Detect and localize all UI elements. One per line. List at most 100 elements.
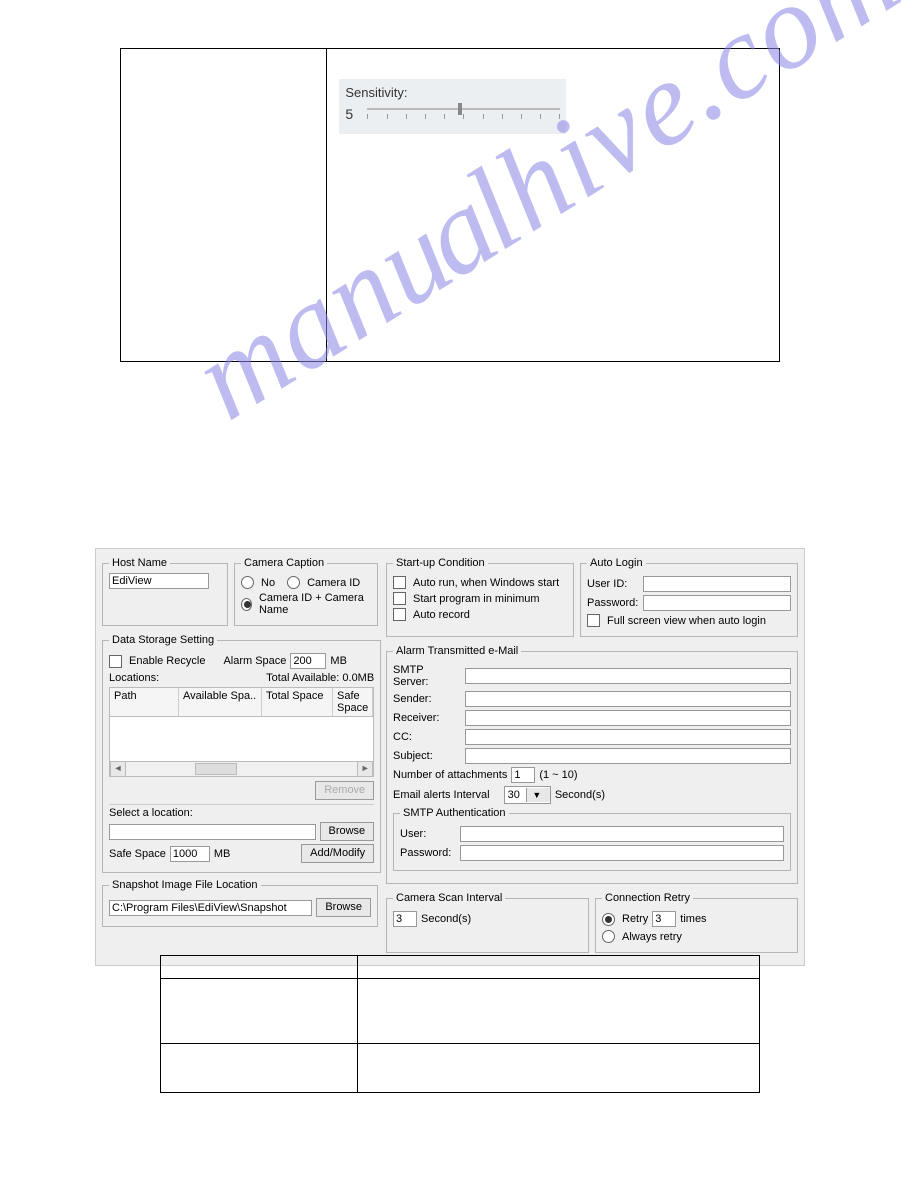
locations-table-header: Path Available Spa.. Total Space Safe Sp…: [109, 687, 374, 716]
sensitivity-panel: Sensitivity: 5: [339, 79, 566, 134]
browse-snapshot-button[interactable]: Browse: [316, 898, 371, 917]
scan-interval-group: Camera Scan Interval Second(s): [386, 892, 589, 953]
auto-run-checkbox[interactable]: [393, 576, 406, 589]
opt-camera-id-name-label: Camera ID + Camera Name: [259, 592, 371, 616]
smtp-password-label: Password:: [400, 847, 456, 859]
snapshot-legend: Snapshot Image File Location: [109, 879, 261, 891]
smtp-user-label: User:: [400, 828, 456, 840]
seconds-label-2: Second(s): [421, 913, 471, 925]
fullscreen-checkbox[interactable]: [587, 614, 600, 627]
password-input[interactable]: [643, 595, 791, 611]
host-name-legend: Host Name: [109, 557, 170, 569]
smtp-input[interactable]: [465, 668, 791, 684]
sender-input[interactable]: [465, 691, 791, 707]
opt-no-label: No: [261, 577, 275, 589]
alarm-mail-group: Alarm Transmitted e-Mail SMTP Server: Se…: [386, 645, 798, 884]
auto-record-label: Auto record: [413, 609, 470, 621]
locations-label: Locations:: [109, 672, 159, 684]
safe-space-label: Safe Space: [109, 848, 166, 860]
email-interval-label: Email alerts Interval: [393, 789, 490, 801]
col-safe: Safe Space: [333, 688, 373, 716]
num-attach-input[interactable]: [511, 767, 535, 783]
start-min-checkbox[interactable]: [393, 592, 406, 605]
snapshot-group: Snapshot Image File Location Browse: [102, 879, 378, 927]
scan-interval-input[interactable]: [393, 911, 417, 927]
col-avail: Available Spa..: [179, 688, 262, 716]
col-path: Path: [110, 688, 179, 716]
sensitivity-slider[interactable]: [367, 104, 560, 124]
add-modify-button[interactable]: Add/Modify: [301, 844, 374, 863]
radio-camera-id-name[interactable]: [241, 598, 252, 611]
receiver-label: Receiver:: [393, 712, 461, 724]
chevron-down-icon: ▼: [526, 788, 550, 802]
seconds-label-1: Second(s): [555, 789, 605, 801]
times-label: times: [680, 913, 706, 925]
startup-group: Start-up Condition Auto run, when Window…: [386, 557, 574, 637]
data-storage-legend: Data Storage Setting: [109, 634, 217, 646]
auto-record-checkbox[interactable]: [393, 608, 406, 621]
subject-input[interactable]: [465, 748, 791, 764]
alarm-mail-legend: Alarm Transmitted e-Mail: [393, 645, 521, 657]
num-attach-range: (1 ~ 10): [539, 769, 577, 781]
smtp-auth-legend: SMTP Authentication: [400, 807, 509, 819]
enable-recycle-checkbox[interactable]: [109, 655, 122, 668]
mb-label-2: MB: [214, 848, 231, 860]
locations-scrollbar[interactable]: ◄ ►: [109, 762, 374, 777]
fullscreen-label: Full screen view when auto login: [607, 615, 766, 627]
info-table: [160, 955, 760, 1093]
num-attach-label: Number of attachments: [393, 769, 507, 781]
alarm-space-label: Alarm Space: [223, 655, 286, 667]
email-interval-select[interactable]: 30 ▼: [504, 786, 551, 804]
remove-button[interactable]: Remove: [315, 781, 374, 800]
user-id-input[interactable]: [643, 576, 791, 592]
smtp-password-input[interactable]: [460, 845, 784, 861]
subject-label: Subject:: [393, 750, 461, 762]
sensitivity-label: Sensitivity:: [345, 85, 560, 100]
smtp-label: SMTP Server:: [393, 664, 461, 688]
settings-dialog: Host Name Camera Caption No Camera ID: [95, 548, 805, 966]
cc-input[interactable]: [465, 729, 791, 745]
password-label: Password:: [587, 597, 639, 609]
auto-run-label: Auto run, when Windows start: [413, 577, 559, 589]
smtp-user-input[interactable]: [460, 826, 784, 842]
radio-no[interactable]: [241, 576, 254, 589]
always-retry-radio[interactable]: [602, 930, 615, 943]
retry-radio[interactable]: [602, 913, 615, 926]
data-storage-group: Data Storage Setting Enable Recycle Alar…: [102, 634, 381, 873]
total-available-label: Total Available: 0.0MB: [266, 672, 374, 684]
alarm-space-input[interactable]: [290, 653, 326, 669]
connection-retry-legend: Connection Retry: [602, 892, 693, 904]
browse-location-button[interactable]: Browse: [320, 822, 375, 841]
location-path-input[interactable]: [109, 824, 316, 840]
camera-caption-legend: Camera Caption: [241, 557, 327, 569]
host-name-input[interactable]: [109, 573, 209, 589]
safe-space-input[interactable]: [170, 846, 210, 862]
auto-login-group: Auto Login User ID: Password: Full scree…: [580, 557, 798, 637]
receiver-input[interactable]: [465, 710, 791, 726]
snapshot-path-input[interactable]: [109, 900, 312, 916]
enable-recycle-label: Enable Recycle: [129, 655, 205, 667]
scan-interval-legend: Camera Scan Interval: [393, 892, 505, 904]
sensitivity-value: 5: [345, 106, 357, 122]
cc-label: CC:: [393, 731, 461, 743]
select-location-label: Select a location:: [109, 807, 374, 819]
mb-label-1: MB: [330, 655, 347, 667]
sensitivity-table: Sensitivity: 5: [120, 48, 780, 362]
host-name-group: Host Name: [102, 557, 228, 626]
startup-legend: Start-up Condition: [393, 557, 488, 569]
slider-thumb-icon[interactable]: [458, 103, 462, 115]
radio-camera-id[interactable]: [287, 576, 300, 589]
retry-count-input[interactable]: [652, 911, 676, 927]
scroll-right-icon[interactable]: ►: [357, 762, 373, 776]
col-total: Total Space: [262, 688, 333, 716]
auto-login-legend: Auto Login: [587, 557, 646, 569]
user-id-label: User ID:: [587, 578, 639, 590]
locations-table[interactable]: [109, 716, 374, 762]
camera-caption-group: Camera Caption No Camera ID Camera ID + …: [234, 557, 378, 626]
always-retry-label: Always retry: [622, 931, 682, 943]
scroll-thumb-icon[interactable]: [195, 763, 237, 775]
opt-camera-id-label: Camera ID: [307, 577, 360, 589]
email-interval-value: 30: [505, 789, 526, 801]
scroll-left-icon[interactable]: ◄: [110, 762, 126, 776]
sender-label: Sender:: [393, 693, 461, 705]
